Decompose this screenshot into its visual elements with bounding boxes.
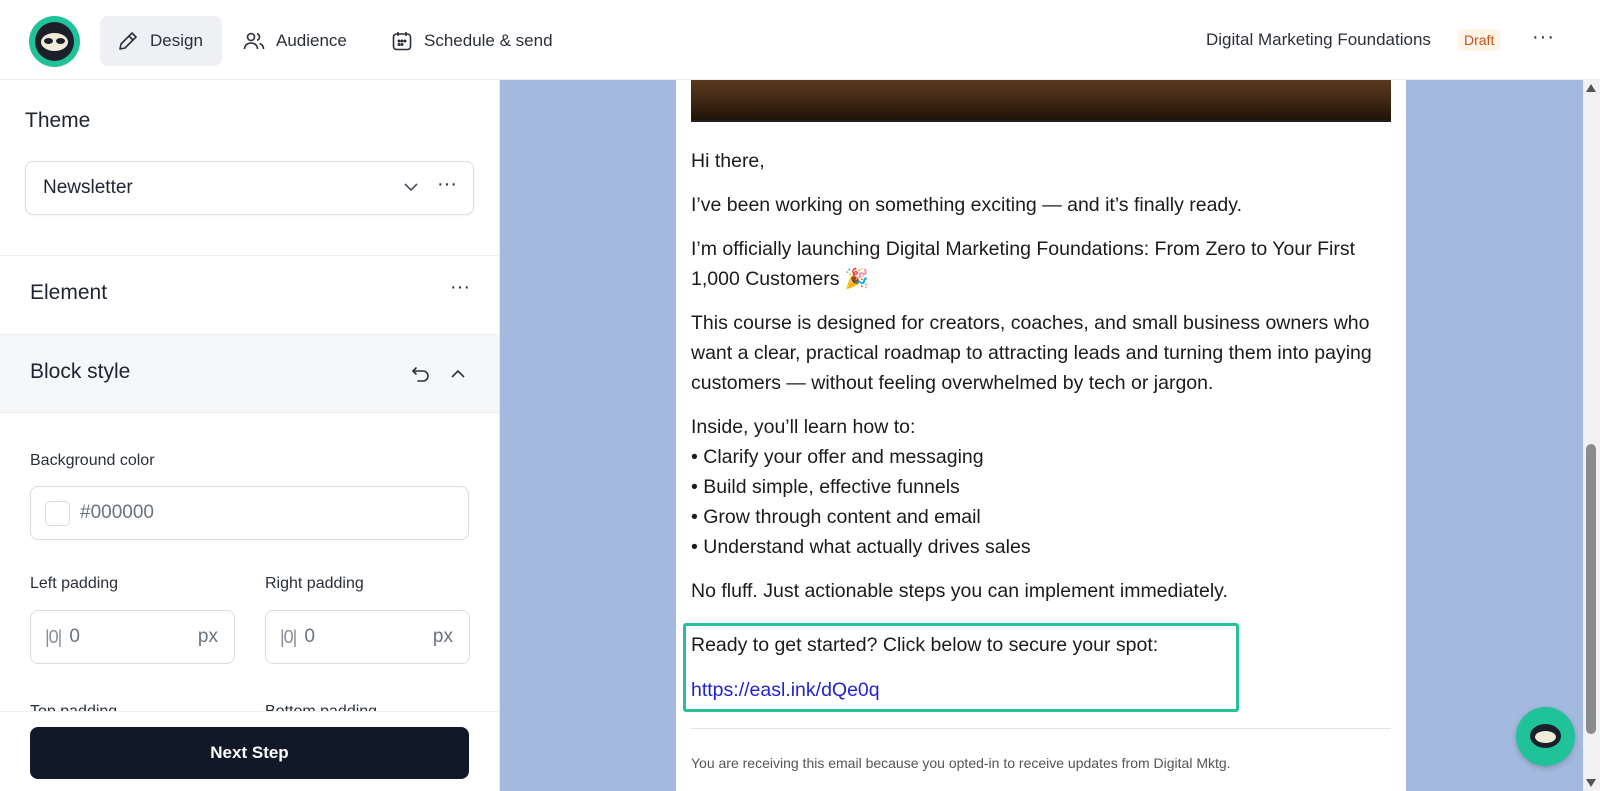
padding-left-icon: |0|: [45, 626, 62, 647]
cta-link[interactable]: https://easl.ink/dQe0q: [691, 675, 880, 705]
scroll-thumb[interactable]: [1586, 444, 1596, 734]
block-style-header[interactable]: Block style: [0, 335, 499, 413]
users-icon: [243, 32, 265, 50]
background-color-label: Background color: [30, 452, 155, 469]
canvas-scrollbar[interactable]: [1583, 80, 1600, 791]
status-badge: Draft: [1458, 29, 1501, 51]
block-style-heading: Block style: [30, 360, 131, 383]
list-intro[interactable]: Inside, you’ll learn how to:: [691, 412, 1391, 442]
greeting-text[interactable]: Hi there,: [691, 146, 1391, 176]
paragraph-3[interactable]: This course is designed for creators, co…: [691, 308, 1391, 398]
theme-heading: Theme: [25, 109, 91, 132]
undo-icon[interactable]: [410, 363, 432, 385]
chevron-down-icon: [404, 183, 418, 192]
right-padding-unit: px: [432, 626, 453, 647]
tab-schedule-send-label: Schedule & send: [424, 31, 553, 50]
right-padding-field[interactable]: |0| 0 px: [265, 610, 470, 664]
list-item: • Clarify your offer and messaging: [691, 446, 984, 468]
list-item: • Grow through content and email: [691, 506, 981, 528]
settings-sidebar: Theme Newsletter ··· Element ··· Block s…: [0, 80, 500, 791]
email-canvas: Hi there, I’ve been working on something…: [500, 80, 1583, 791]
more-options-icon[interactable]: ···: [1532, 26, 1555, 49]
left-padding-label: Left padding: [30, 575, 119, 592]
header-image[interactable]: [691, 80, 1391, 122]
list-item: • Understand what actually drives sales: [691, 536, 1031, 558]
email-body[interactable]: Hi there, I’ve been working on something…: [691, 146, 1391, 620]
color-swatch[interactable]: [45, 500, 70, 526]
scroll-down-icon[interactable]: [1586, 779, 1596, 787]
next-step-button[interactable]: Next Step: [30, 727, 469, 779]
paragraph-1[interactable]: I’ve been working on something exciting …: [691, 190, 1391, 220]
theme-select-value: Newsletter: [43, 177, 133, 198]
tab-audience-label: Audience: [276, 31, 347, 50]
left-padding-value: 0: [69, 626, 80, 647]
email-footer-text: You are receiving this email because you…: [691, 755, 1231, 771]
tab-schedule-send[interactable]: Schedule & send: [390, 16, 553, 66]
divider: [0, 255, 499, 256]
background-color-value: #000000: [80, 502, 154, 523]
paragraph-4[interactable]: No fluff. Just actionable steps you can …: [691, 576, 1391, 606]
padding-right-icon: |0|: [280, 626, 297, 647]
divider: [691, 728, 1391, 729]
theme-select[interactable]: Newsletter ···: [25, 161, 474, 215]
sloth-chat-icon: [1530, 724, 1561, 748]
element-heading: Element: [30, 281, 108, 304]
pen-icon: [119, 32, 137, 50]
scroll-up-icon[interactable]: [1586, 84, 1596, 92]
left-padding-field[interactable]: |0| 0 px: [30, 610, 235, 664]
list-item: • Build simple, effective funnels: [691, 476, 960, 498]
top-bar: Design Audience Schedule & send Digital …: [0, 0, 1600, 80]
paragraph-2[interactable]: I’m officially launching Digital Marketi…: [691, 234, 1391, 294]
tab-design-label: Design: [150, 31, 203, 50]
right-padding-value: 0: [304, 626, 315, 647]
cta-text[interactable]: Ready to get started? Click below to sec…: [691, 630, 1158, 660]
sidebar-footer: Next Step: [0, 711, 499, 791]
sloth-logo-icon[interactable]: [29, 16, 80, 67]
element-more-icon[interactable]: ···: [450, 276, 470, 299]
document-title: Digital Marketing Foundations: [1206, 30, 1431, 49]
help-chat-button[interactable]: [1516, 707, 1575, 766]
calendar-icon: [392, 32, 412, 51]
chevron-up-icon[interactable]: [447, 363, 469, 385]
theme-more-icon[interactable]: ···: [437, 173, 457, 196]
right-padding-label: Right padding: [265, 575, 364, 592]
email-preview: Hi there, I’ve been working on something…: [676, 80, 1406, 791]
tab-design[interactable]: Design: [100, 16, 222, 66]
left-padding-unit: px: [197, 626, 218, 647]
tab-audience[interactable]: Audience: [242, 16, 347, 66]
background-color-field[interactable]: #000000: [30, 486, 469, 540]
